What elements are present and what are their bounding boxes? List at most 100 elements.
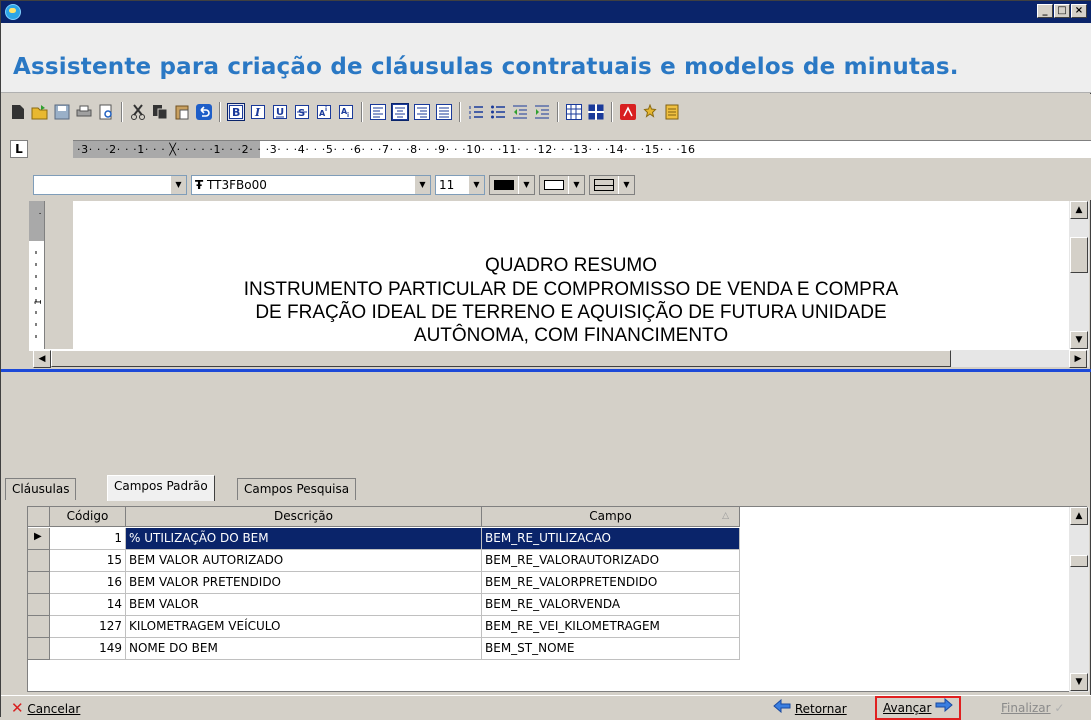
scroll-down-icon[interactable]: ▼ [1070,673,1088,691]
finish-button[interactable]: Finalizar ✓ [1001,699,1064,719]
chevron-down-icon[interactable]: ▼ [414,176,430,194]
font-size-select[interactable]: 11 ▼ [435,175,485,195]
scroll-down-icon[interactable]: ▼ [1070,331,1088,349]
cell-campo[interactable]: BEM_RE_VALORVENDA [482,594,740,615]
align-left-icon[interactable] [369,103,387,121]
copy-icon[interactable] [151,103,169,121]
style-select[interactable]: ▼ [33,175,187,195]
scroll-left-icon[interactable]: ◀ [33,350,51,368]
scroll-right-icon[interactable]: ▶ [1069,350,1087,368]
indent-increase-icon[interactable] [533,103,551,121]
cell-codigo[interactable]: 14 [50,594,126,615]
row-indicator[interactable] [28,550,50,572]
horizontal-ruler[interactable]: ·3· · ·2· · ·1· · · ╳· · · · ·1· · ·2· ·… [73,140,1091,158]
tab-campos-padrao[interactable]: Campos Padrão [107,475,215,501]
row-indicator[interactable] [28,572,50,594]
cell-descricao[interactable]: BEM VALOR AUTORIZADO [126,550,482,571]
maximize-button[interactable]: □ [1054,4,1070,18]
table-properties-icon[interactable] [587,103,605,121]
chevron-down-icon[interactable]: ▼ [618,176,634,194]
scroll-up-icon[interactable]: ▲ [1070,507,1088,525]
align-center-icon[interactable] [391,103,409,121]
open-folder-icon[interactable] [31,103,49,121]
superscript-icon[interactable]: Ai [315,103,333,121]
cell-campo[interactable]: BEM_RE_UTILIZACAO [482,528,740,549]
print-preview-icon[interactable] [97,103,115,121]
bullet-list-icon[interactable] [489,103,507,121]
cell-codigo[interactable]: 16 [50,572,126,593]
insert-table-icon[interactable] [565,103,583,121]
editor-vertical-scrollbar[interactable]: ▲ ▼ [1069,201,1089,349]
row-indicator[interactable] [28,594,50,616]
tab-stop-selector[interactable]: L [10,140,28,158]
editor-horizontal-scrollbar[interactable]: ◀ ▶ [33,349,1089,368]
cell-codigo[interactable]: 127 [50,616,126,637]
tab-campos-pesquisa[interactable]: Campos Pesquisa [237,478,357,500]
cell-codigo[interactable]: 15 [50,550,126,571]
text-color-picker[interactable]: ▼ [489,175,535,195]
close-button[interactable]: × [1071,4,1087,18]
italic-icon[interactable]: I [249,103,267,121]
border-style-picker[interactable]: ▼ [589,175,635,195]
cell-campo[interactable]: BEM_RE_VALORAUTORIZADO [482,550,740,571]
underline-icon[interactable]: U [271,103,289,121]
bold-icon[interactable]: B [227,103,245,121]
scroll-thumb[interactable] [1070,555,1088,567]
column-header-campo[interactable]: Campo △ [482,507,740,527]
insert-field-icon[interactable] [641,103,659,121]
chevron-down-icon[interactable]: ▼ [170,176,186,194]
toolbar-separator [361,102,363,122]
subscript-icon[interactable]: Ai [337,103,355,121]
scroll-up-icon[interactable]: ▲ [1070,201,1088,219]
undo-icon[interactable] [195,103,213,121]
table-row[interactable]: 15 BEM VALOR AUTORIZADO BEM_RE_VALORAUTORI… [50,550,740,572]
cell-descricao[interactable]: KILOMETRAGEM VEÍCULO [126,616,482,637]
align-right-icon[interactable] [413,103,431,121]
save-icon[interactable] [53,103,71,121]
cut-icon[interactable] [129,103,147,121]
table-row[interactable]: 149 NOME DO BEM BEM_ST_NOME [50,638,740,660]
paste-icon[interactable] [173,103,191,121]
row-indicator[interactable] [28,616,50,638]
cell-campo[interactable]: BEM_ST_NOME [482,638,740,659]
page-setup-icon[interactable] [663,103,681,121]
back-button[interactable]: Retornar [773,698,847,719]
indent-decrease-icon[interactable] [511,103,529,121]
scroll-thumb[interactable] [51,350,951,367]
table-row[interactable]: 16 BEM VALOR PRETENDIDO BEM_RE_VALORPRETEN… [50,572,740,594]
print-icon[interactable] [75,103,93,121]
new-document-icon[interactable] [9,103,27,121]
table-row[interactable]: 1% UTILIZAÇÃO DO BEM BEM_RE_UTILIZACAO [50,528,740,550]
numbered-list-icon[interactable] [467,103,485,121]
minimize-button[interactable]: _ [1037,4,1053,18]
insert-image-icon[interactable] [619,103,637,121]
cell-campo[interactable]: BEM_RE_VALORPRETENDIDO [482,572,740,593]
background-color-picker[interactable]: ▼ [539,175,585,195]
grid-vertical-scrollbar[interactable]: ▲ ▼ [1069,507,1089,692]
cell-descricao[interactable]: % UTILIZAÇÃO DO BEM [126,528,482,549]
cell-descricao[interactable]: NOME DO BEM [126,638,482,659]
column-header-descricao[interactable]: Descrição [126,507,482,527]
justify-icon[interactable] [435,103,453,121]
next-button[interactable]: Avançar [875,696,962,720]
scroll-thumb[interactable] [1070,237,1088,273]
chevron-down-icon[interactable]: ▼ [468,176,484,194]
cancel-button[interactable]: ✕ Cancelar [11,699,80,719]
font-select[interactable]: Ŧ TT3FBo00 ▼ [191,175,431,195]
cell-codigo[interactable]: 1 [50,528,126,549]
cell-codigo[interactable]: 149 [50,638,126,659]
table-row[interactable]: 14 BEM VALOR BEM_RE_VALORVENDA [50,594,740,616]
row-indicator[interactable]: ▶ [28,528,50,550]
strikethrough-icon[interactable]: S [293,103,311,121]
column-header-codigo[interactable]: Código [50,507,126,527]
cell-descricao[interactable]: BEM VALOR [126,594,482,615]
document-editor[interactable]: QUADRO RESUMO INSTRUMENTO PARTICULAR DE … [73,201,1069,349]
chevron-down-icon[interactable]: ▼ [568,176,584,194]
row-indicator[interactable] [28,638,50,660]
tab-clausulas[interactable]: Cláusulas [5,478,77,500]
chevron-down-icon[interactable]: ▼ [518,176,534,194]
tab-label: Campos Padrão [114,479,208,493]
cell-campo[interactable]: BEM_RE_VEI_KILOMETRAGEM [482,616,740,637]
table-row[interactable]: 127 KILOMETRAGEM VEÍCULO BEM_RE_VEI_KILOME… [50,616,740,638]
cell-descricao[interactable]: BEM VALOR PRETENDIDO [126,572,482,593]
